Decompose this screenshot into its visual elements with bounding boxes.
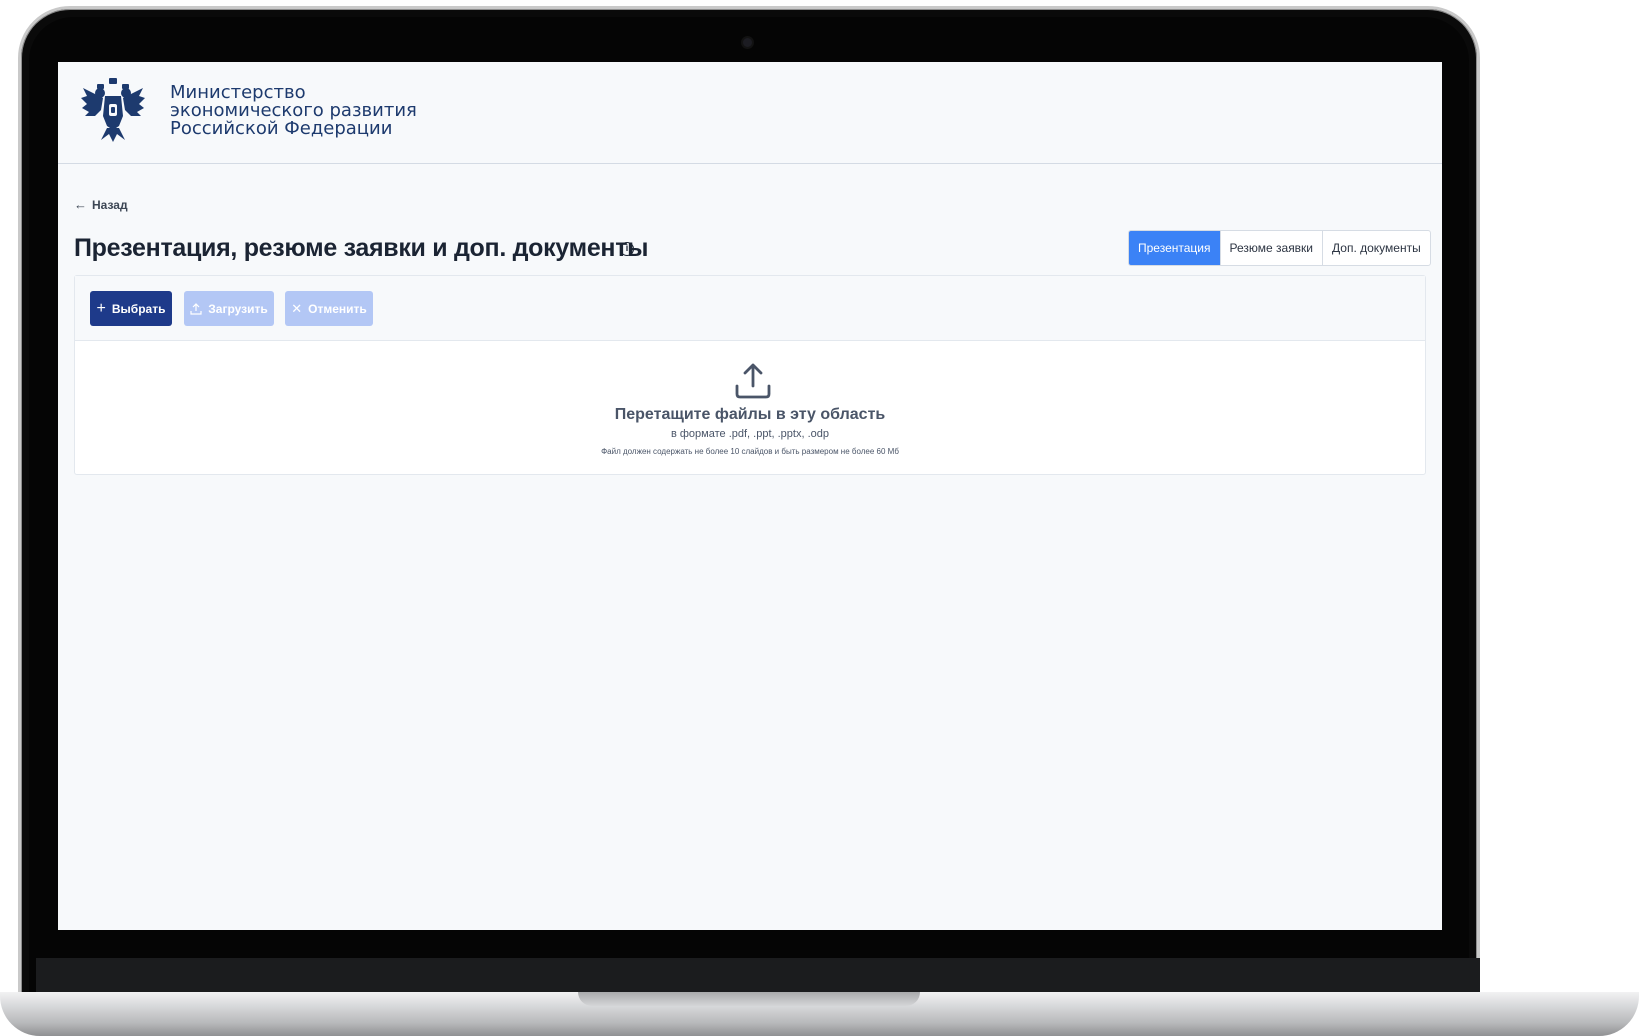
upload-button[interactable]: Загрузить (184, 291, 274, 326)
upload-icon (190, 302, 202, 315)
laptop-chin (36, 958, 1480, 996)
select-files-label: Выбрать (111, 301, 166, 316)
cancel-button[interactable]: ✕ Отменить (285, 291, 373, 326)
back-link-label: Назад (92, 197, 128, 212)
document-tabs: Презентация Резюме заявки Доп. документы (1128, 230, 1431, 266)
info-icon[interactable]: i (620, 242, 634, 256)
cancel-button-label: Отменить (308, 301, 367, 316)
laptop-base-notch (578, 992, 920, 1006)
ministry-name: Министерство экономического развития Рос… (170, 84, 417, 138)
file-dropzone[interactable]: Перетащите файлы в эту область в формате… (75, 342, 1425, 476)
dropzone-title: Перетащите файлы в эту область (614, 406, 886, 423)
upload-button-label: Загрузить (208, 301, 268, 316)
back-link[interactable]: ← Назад (74, 197, 128, 212)
dropzone-formats: в формате .pdf, .ppt, .pptx, .odp (670, 428, 829, 440)
screen: Министерство экономического развития Рос… (58, 62, 1442, 930)
ministry-name-line-3: Российской Федерации (170, 118, 393, 139)
upload-tray-icon (735, 363, 771, 399)
file-upload-panel: + Выбрать Загрузить ✕ Отменить Перетащит… (74, 275, 1426, 475)
site-header: Министерство экономического развития Рос… (58, 62, 1442, 164)
tab-application-summary[interactable]: Резюме заявки (1219, 231, 1323, 265)
plus-icon: + (96, 299, 106, 317)
arrow-left-icon: ← (74, 197, 87, 212)
page-title: Презентация, резюме заявки и доп. докуме… (74, 234, 649, 262)
camera-icon (743, 38, 752, 47)
eagle-emblem-icon (81, 78, 145, 142)
tab-additional-documents[interactable]: Доп. документы (1322, 231, 1430, 265)
dropzone-limits: Файл должен содержать не более 10 слайдо… (601, 447, 899, 456)
close-icon: ✕ (291, 300, 303, 316)
upload-toolbar: + Выбрать Загрузить ✕ Отменить (75, 276, 1425, 341)
select-files-button[interactable]: + Выбрать (90, 291, 172, 326)
tab-presentation[interactable]: Презентация (1129, 231, 1220, 265)
